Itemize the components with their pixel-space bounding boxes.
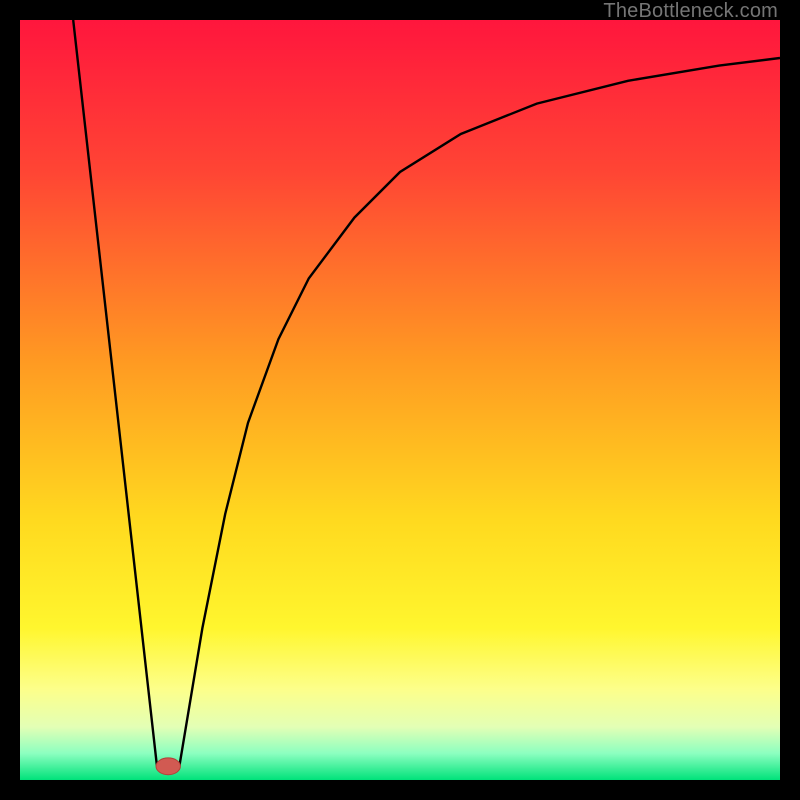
bottleneck-chart	[20, 20, 780, 780]
gradient-background	[20, 20, 780, 780]
minimum-marker	[156, 758, 180, 775]
watermark-text: TheBottleneck.com	[603, 0, 778, 23]
chart-frame	[20, 20, 780, 780]
